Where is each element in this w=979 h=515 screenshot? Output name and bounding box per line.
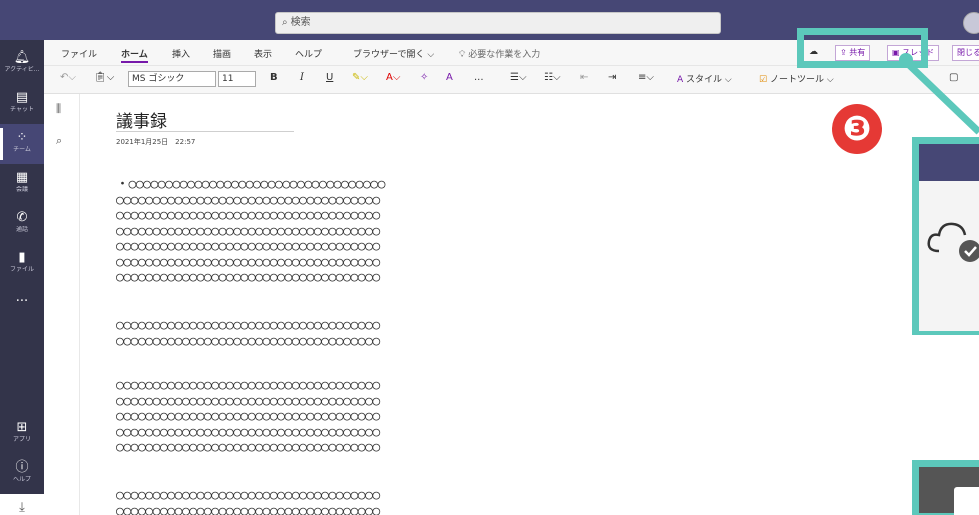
teams-onenote-window: ⌕ 検索 🔔︎ アクティビ... ▤ チャット ⁘ チーム ▦ 会議 ✆ 通話 ▮ ファイル … bbox=[0, 0, 979, 515]
zoom-panel-body bbox=[919, 181, 979, 331]
annotation-connector bbox=[899, 53, 979, 135]
annotation-zoom-panel-2 bbox=[912, 460, 979, 515]
zoom-panel-header bbox=[919, 144, 979, 181]
annotation-zoom-panel bbox=[912, 137, 979, 335]
cloud-check-icon bbox=[927, 222, 979, 262]
zoom-panel-content bbox=[954, 487, 979, 515]
step-badge: ❸ bbox=[832, 104, 882, 154]
annotation-highlight-box bbox=[797, 28, 928, 68]
